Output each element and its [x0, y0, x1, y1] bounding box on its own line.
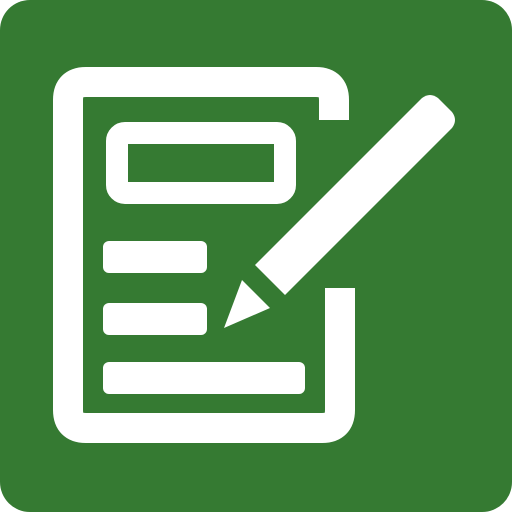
form-edit-icon: [0, 0, 512, 512]
text-line-icon: [103, 362, 305, 394]
text-line-icon: [103, 241, 207, 273]
text-line-icon: [103, 303, 207, 335]
form-edit-icon-graphic: [0, 0, 512, 512]
